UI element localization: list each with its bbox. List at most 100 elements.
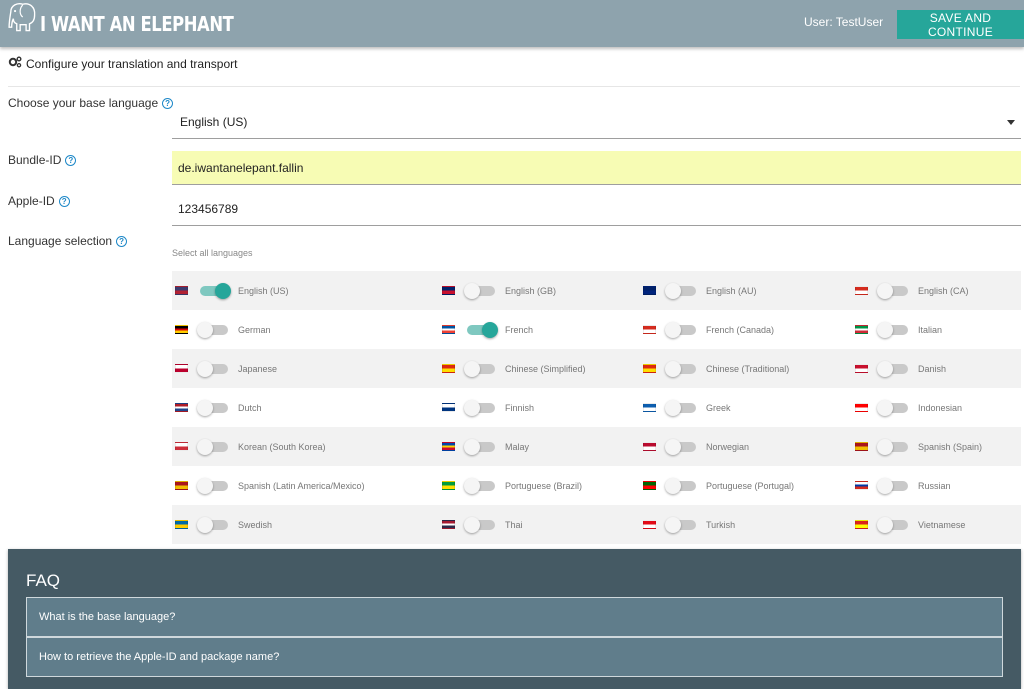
help-icon[interactable]: ? xyxy=(65,154,77,166)
language-toggle[interactable] xyxy=(665,360,696,377)
bundle-id-value: de.iwantanelepant.fallin xyxy=(178,160,304,175)
language-toggle[interactable] xyxy=(464,399,495,416)
toggle-knob xyxy=(197,516,213,533)
language-item: English (GB) xyxy=(439,271,640,310)
language-toggle[interactable] xyxy=(877,321,908,338)
language-toggle[interactable] xyxy=(665,399,696,416)
language-item: Korean (South Korea) xyxy=(172,427,439,466)
language-name: Thai xyxy=(505,519,523,530)
toggle-knob xyxy=(197,360,213,377)
language-toggle[interactable] xyxy=(877,438,908,455)
language-name: French xyxy=(505,324,534,335)
nl-flag-icon xyxy=(175,403,188,412)
language-toggle[interactable] xyxy=(665,477,696,494)
language-name: Chinese (Simplified) xyxy=(505,363,586,374)
language-toggle[interactable] xyxy=(197,477,228,494)
language-name: Portuguese (Portugal) xyxy=(706,480,795,491)
language-toggle[interactable] xyxy=(665,516,696,533)
toggle-knob xyxy=(665,477,681,494)
language-toggle[interactable] xyxy=(464,438,495,455)
help-icon[interactable]: ? xyxy=(58,195,70,207)
language-item: French (Canada) xyxy=(640,310,852,349)
de-flag-icon xyxy=(175,325,188,334)
toggle-knob xyxy=(877,399,893,416)
toggle-knob xyxy=(464,438,480,455)
apple-id-label-text: Apple-ID xyxy=(8,194,55,208)
language-name: English (CA) xyxy=(918,285,969,296)
language-toggle[interactable] xyxy=(197,399,228,416)
language-item: Chinese (Simplified) xyxy=(439,349,640,388)
language-name: English (US) xyxy=(238,285,289,296)
language-toggle[interactable] xyxy=(200,282,231,299)
toggle-knob xyxy=(877,360,893,377)
language-selection-label-text: Language selection xyxy=(8,234,113,248)
language-item: Norwegian xyxy=(640,427,852,466)
fr-flag-icon xyxy=(442,325,455,334)
gb-flag-icon xyxy=(442,286,455,295)
language-item: Malay xyxy=(439,427,640,466)
language-item: Greek xyxy=(640,388,852,427)
save-and-continue-button[interactable]: SAVE AND CONTINUE xyxy=(897,10,1024,39)
pt-flag-icon xyxy=(643,481,656,490)
select-all-languages-link[interactable]: Select all languages xyxy=(172,248,253,258)
vn-flag-icon xyxy=(855,520,868,529)
logo[interactable]: I WANT AN ELEPHANT xyxy=(4,0,276,47)
toggle-knob xyxy=(665,516,681,533)
it-flag-icon xyxy=(855,325,868,334)
language-toggle[interactable] xyxy=(877,360,908,377)
language-item: Portuguese (Brazil) xyxy=(439,466,640,505)
fi-flag-icon xyxy=(442,403,455,412)
language-toggle[interactable] xyxy=(464,282,495,299)
language-row: Swedish Thai Turkish Vietnamese xyxy=(172,505,1021,544)
language-toggle[interactable] xyxy=(665,438,696,455)
language-row: Korean (South Korea) Malay Norwegian Spanis… xyxy=(172,427,1021,466)
language-name: Russian xyxy=(918,480,951,491)
language-toggle[interactable] xyxy=(665,321,696,338)
language-item: Danish xyxy=(852,349,1021,388)
language-toggle[interactable] xyxy=(197,516,228,533)
language-toggle[interactable] xyxy=(877,516,908,533)
language-item: Turkish xyxy=(640,505,852,544)
language-row: German French French (Canada) Italian xyxy=(172,310,1021,349)
toggle-knob xyxy=(197,438,213,455)
language-toggle[interactable] xyxy=(464,477,495,494)
elephant-icon xyxy=(4,3,38,39)
language-item: English (US) xyxy=(172,271,439,310)
us-flag-icon xyxy=(175,286,188,295)
language-toggle[interactable] xyxy=(197,360,228,377)
language-selection-label: Language selection ? xyxy=(8,234,128,248)
faq-item[interactable]: How to retrieve the Apple-ID and package… xyxy=(26,637,1003,677)
bundle-id-input[interactable]: de.iwantanelepant.fallin xyxy=(172,151,1021,185)
language-toggle[interactable] xyxy=(197,321,228,338)
language-toggle[interactable] xyxy=(877,477,908,494)
language-item: Dutch xyxy=(172,388,439,427)
language-toggle[interactable] xyxy=(197,438,228,455)
language-name: Dutch xyxy=(238,402,262,413)
help-icon[interactable]: ? xyxy=(116,235,128,247)
language-row: Spanish (Latin America/Mexico) Portuguese… xyxy=(172,466,1021,505)
apple-id-label: Apple-ID ? xyxy=(8,194,70,208)
base-language-select[interactable]: English (US) xyxy=(172,106,1021,139)
apple-id-input[interactable]: 123456789 xyxy=(172,193,1021,226)
gears-icon xyxy=(8,56,22,71)
faq-item[interactable]: What is the base language? xyxy=(26,597,1003,637)
language-item: Italian xyxy=(852,310,1021,349)
language-toggle[interactable] xyxy=(877,399,908,416)
language-name: Spanish (Latin America/Mexico) xyxy=(238,480,365,491)
toggle-knob xyxy=(197,399,213,416)
cn-flag-icon xyxy=(643,364,656,373)
language-toggle[interactable] xyxy=(877,282,908,299)
faq-panel: FAQ What is the base language? How to re… xyxy=(8,549,1021,689)
language-toggle[interactable] xyxy=(665,282,696,299)
language-name: German xyxy=(238,324,271,335)
language-item: Japanese xyxy=(172,349,439,388)
no-flag-icon xyxy=(643,442,656,451)
toggle-knob xyxy=(464,282,480,299)
language-name: Greek xyxy=(706,402,731,413)
logo-text: I WANT AN ELEPHANT xyxy=(40,11,234,36)
section-title: Configure your translation and transport xyxy=(8,56,237,71)
language-toggle[interactable] xyxy=(464,360,495,377)
language-toggle[interactable] xyxy=(464,516,495,533)
toggle-knob xyxy=(877,438,893,455)
language-toggle[interactable] xyxy=(467,321,498,338)
